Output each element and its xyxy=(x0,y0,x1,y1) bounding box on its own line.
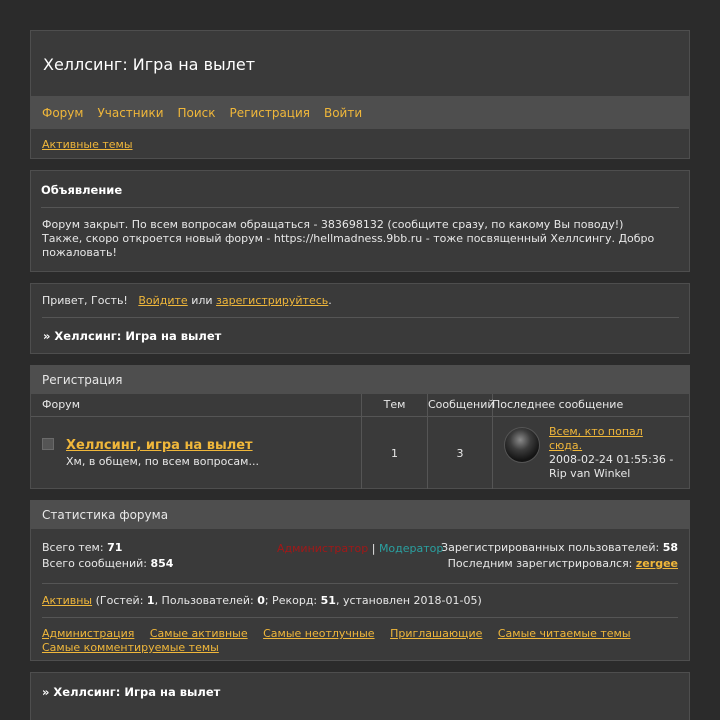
stats-link-most-read[interactable]: Самые читаемые темы xyxy=(498,627,631,640)
stats-title: Статистика форума xyxy=(31,501,689,529)
forum-cell: Хеллсинг, игра на вылет Хм, в общем, по … xyxy=(31,417,362,489)
stats-body: Всего тем: 71 Всего сообщений: 854 Админ… xyxy=(31,529,689,655)
total-topics-value: 71 xyxy=(107,541,123,554)
footer-panel: » Хеллсинг: Игра на вылет xyxy=(30,672,690,720)
online-link[interactable]: Активны xyxy=(42,594,92,607)
record-value: 51 xyxy=(320,594,336,607)
forum-row: Хеллсинг, игра на вылет Хм, в общем, по … xyxy=(31,417,689,489)
stats-users: Зарегистрированных пользователей: 58 Пос… xyxy=(441,540,678,583)
stats-totals: Всего тем: 71 Всего сообщений: 854 xyxy=(42,540,173,583)
col-last-post: Последнее сообщение xyxy=(492,398,624,411)
registered-label: Зарегистрированных пользователей: xyxy=(441,541,660,554)
nav-login[interactable]: Войти xyxy=(324,106,362,120)
announcement-line-2: Также, скоро откроется новый форум - htt… xyxy=(42,232,655,259)
footer-breadcrumb: » Хеллсинг: Игра на вылет xyxy=(42,685,221,699)
total-posts-value: 854 xyxy=(150,557,174,570)
announcement-heading: Объявление xyxy=(41,183,679,208)
record-label: ; Рекорд: xyxy=(264,594,318,607)
moderator-legend: Модератор xyxy=(378,542,444,555)
record-date: , установлен 2018-01-05) xyxy=(335,594,482,607)
stats-panel: Статистика форума Всего тем: 71 Всего со… xyxy=(30,500,690,661)
stats-links: Администрация Самые активные Самые неотл… xyxy=(42,618,678,655)
stats-link-most-active[interactable]: Самые активные xyxy=(150,627,248,640)
category-panel: Регистрация Форум Тем Сообщений Последне… xyxy=(30,365,690,489)
last-registered-label: Последним зарегистрировался: xyxy=(447,557,633,570)
guests-label: (Гостей: xyxy=(95,594,144,607)
legend-separator: | xyxy=(371,542,376,555)
forum-topics-count: 1 xyxy=(362,417,428,489)
last-post-author: Rip van Winkel xyxy=(549,467,631,480)
active-topics-link[interactable]: Активные темы xyxy=(42,138,133,151)
nav-forum[interactable]: Форум xyxy=(42,106,83,120)
last-post-date: 2008-02-24 01:55:36 - xyxy=(549,453,674,466)
online-info: Активны (Гостей: 1, Пользователей: 0; Ре… xyxy=(42,584,678,618)
period-text: . xyxy=(328,294,332,307)
login-link[interactable]: Войдите xyxy=(138,294,187,307)
users-value: 0 xyxy=(257,594,265,607)
forum-name-link[interactable]: Хеллсинг, игра на вылет xyxy=(66,438,253,453)
total-topics-label: Всего тем: xyxy=(42,541,104,554)
or-text: или xyxy=(191,294,213,307)
nav-register[interactable]: Регистрация xyxy=(230,106,310,120)
announcement-panel: Объявление Форум закрыт. По всем вопроса… xyxy=(30,170,690,272)
total-posts-label: Всего сообщений: xyxy=(42,557,147,570)
announcement-line-1: Форум закрыт. По всем вопросам обращатьс… xyxy=(42,218,624,231)
stats-link-most-commented[interactable]: Самые комментируемые темы xyxy=(42,641,219,654)
forum-posts-count: 3 xyxy=(428,417,493,489)
main-nav: Форум Участники Поиск Регистрация Войти xyxy=(31,96,689,129)
forum-table-header: Форум Тем Сообщений Последнее сообщение xyxy=(31,394,689,417)
nav-search[interactable]: Поиск xyxy=(178,106,216,120)
role-legend: Администратор | Модератор xyxy=(277,542,443,555)
announcement-text: Форум закрыт. По всем вопросам обращатьс… xyxy=(41,208,679,260)
admin-legend: Администратор xyxy=(277,542,369,555)
last-post-info: Всем, кто попал сюда. 2008-02-24 01:55:3… xyxy=(549,425,679,481)
forum-header: Хеллсинг: Игра на вылет Форум Участники … xyxy=(30,30,690,159)
forum-title: Хеллсинг: Игра на вылет xyxy=(43,55,256,74)
sub-nav: Активные темы xyxy=(31,129,689,159)
col-forum: Форум xyxy=(31,394,362,416)
avatar xyxy=(504,427,540,463)
stats-link-inviters[interactable]: Приглашающие xyxy=(390,627,482,640)
stats-link-administration[interactable]: Администрация xyxy=(42,627,134,640)
registered-value: 58 xyxy=(662,541,678,554)
category-title: Регистрация xyxy=(31,366,689,394)
forum-description: Хм, в общем, по всем вопросам... xyxy=(66,455,259,468)
stats-summary: Всего тем: 71 Всего сообщений: 854 Админ… xyxy=(42,540,678,584)
guests-value: 1 xyxy=(146,594,155,607)
stats-link-most-present[interactable]: Самые неотлучные xyxy=(263,627,374,640)
last-topic-link[interactable]: Всем, кто попал сюда. xyxy=(549,425,643,452)
last-registered-user-link[interactable]: zergee xyxy=(636,557,678,570)
guest-greeting: Привет, Гость! Войдите или зарегистрируй… xyxy=(42,294,679,318)
users-label: , Пользователей: xyxy=(154,594,254,607)
breadcrumb: » Хеллсинг: Игра на вылет xyxy=(43,329,222,343)
forum-status-icon xyxy=(42,438,54,450)
register-link[interactable]: зарегистрируйтесь xyxy=(216,294,328,307)
nav-members[interactable]: Участники xyxy=(97,106,163,120)
welcome-panel: Привет, Гость! Войдите или зарегистрируй… xyxy=(30,283,690,354)
greeting-text: Привет, Гость! xyxy=(42,294,128,307)
last-post-cell: Всем, кто попал сюда. 2008-02-24 01:55:3… xyxy=(493,417,689,489)
col-topics: Тем xyxy=(362,394,428,416)
